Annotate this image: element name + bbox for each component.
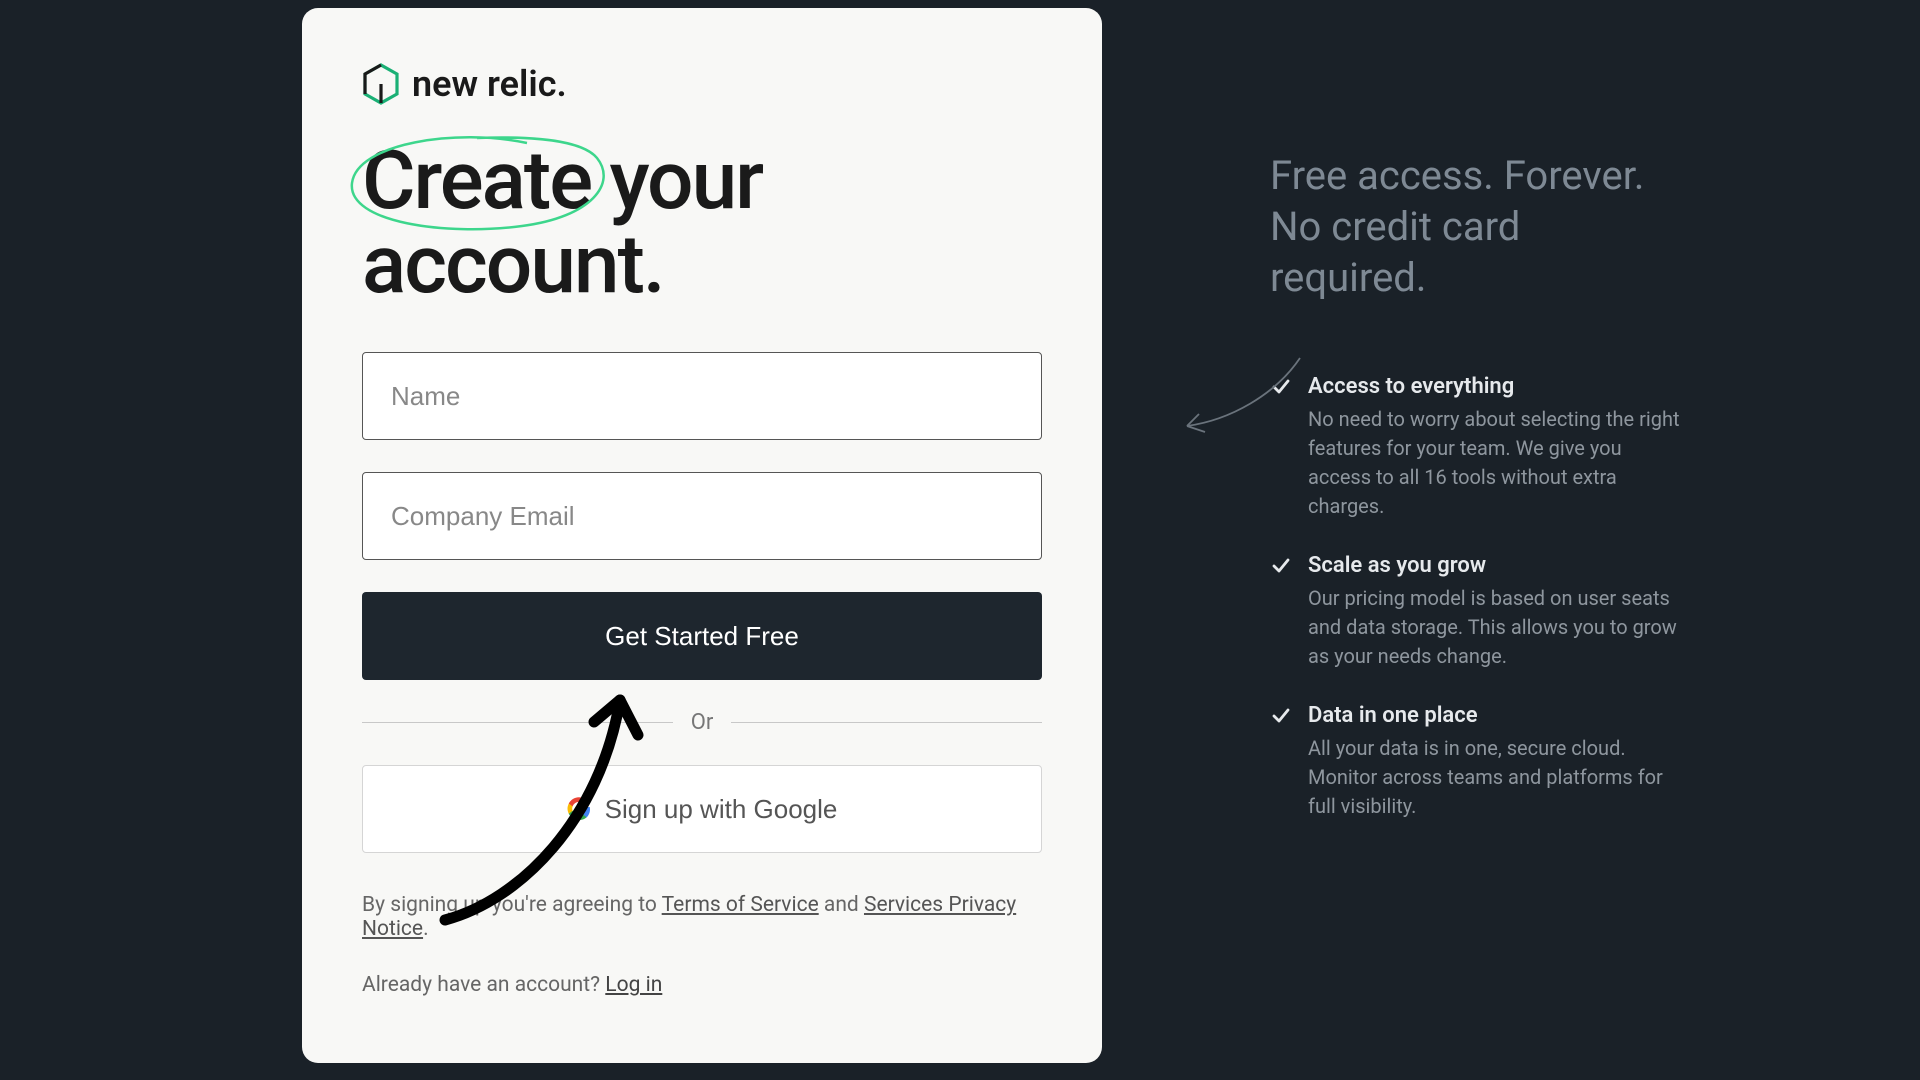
signup-card: new relic. Create your account. Get Star… xyxy=(302,8,1102,1063)
divider: Or xyxy=(362,710,1042,735)
side-headline: Free access. Forever. No credit card req… xyxy=(1270,150,1680,304)
logo-text: new relic. xyxy=(412,63,567,105)
check-icon xyxy=(1270,705,1292,727)
page-title: Create your account. xyxy=(362,140,1042,307)
check-icon xyxy=(1270,555,1292,577)
terms-link[interactable]: Terms of Service xyxy=(662,893,819,917)
benefit-title: Scale as you grow xyxy=(1308,553,1680,578)
legal-text: By signing up you're agreeing to Terms o… xyxy=(362,893,1042,941)
divider-label: Or xyxy=(691,710,714,735)
google-signup-button[interactable]: Sign up with Google xyxy=(362,765,1042,853)
side-panel: Free access. Forever. No credit card req… xyxy=(1270,150,1680,853)
benefit-desc: Our pricing model is based on user seats… xyxy=(1308,584,1680,671)
heading-wrap: Create your account. xyxy=(362,140,1042,307)
benefit-item: Scale as you grow Our pricing model is b… xyxy=(1270,553,1680,671)
newrelic-logo-icon xyxy=(362,63,400,105)
login-link[interactable]: Log in xyxy=(605,973,662,997)
benefit-title: Data in one place xyxy=(1308,703,1680,728)
name-field[interactable] xyxy=(362,352,1042,440)
google-logo-icon xyxy=(567,797,591,821)
login-prompt: Already have an account? Log in xyxy=(362,973,1042,997)
google-button-label: Sign up with Google xyxy=(605,794,838,825)
email-field[interactable] xyxy=(362,472,1042,560)
benefit-item: Access to everything No need to worry ab… xyxy=(1270,374,1680,521)
check-icon xyxy=(1270,376,1292,398)
benefit-item: Data in one place All your data is in on… xyxy=(1270,703,1680,821)
logo: new relic. xyxy=(362,63,1042,105)
benefit-desc: No need to worry about selecting the rig… xyxy=(1308,405,1680,521)
get-started-button[interactable]: Get Started Free xyxy=(362,592,1042,680)
benefit-title: Access to everything xyxy=(1308,374,1680,399)
benefit-desc: All your data is in one, secure cloud. M… xyxy=(1308,734,1680,821)
